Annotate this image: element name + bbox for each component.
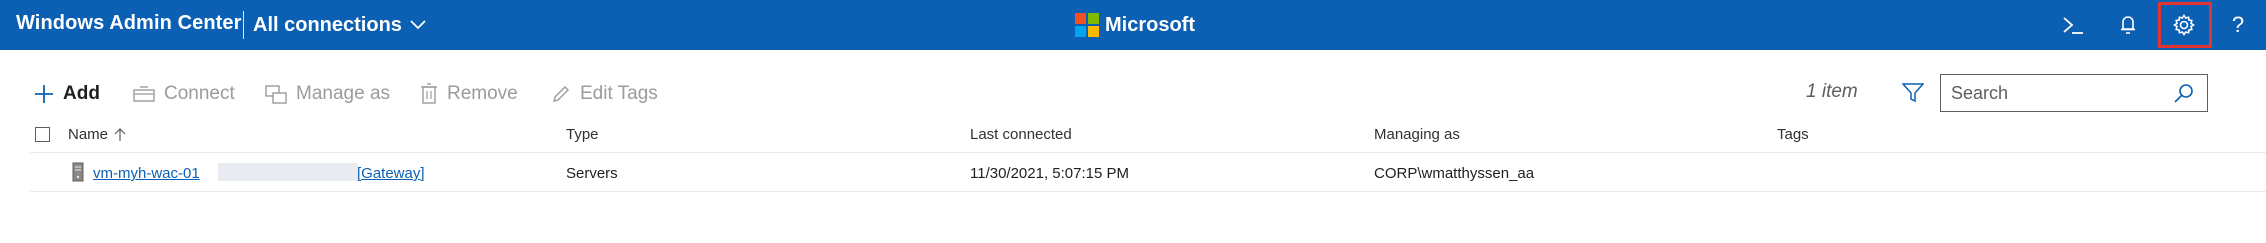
column-header-type[interactable]: Type [566,126,599,143]
redacted-block [218,163,358,181]
app-title[interactable]: Windows Admin Center [16,12,242,35]
row-divider-line [30,191,2266,192]
select-all-checkbox[interactable] [35,127,50,142]
column-header-last-connected[interactable]: Last connected [970,126,1072,143]
gateway-tag-link[interactable]: [Gateway] [357,165,425,182]
manage-as-button-label: Manage as [296,83,391,104]
add-button-label: Add [63,83,100,104]
filter-icon[interactable] [1898,78,1928,108]
chevron-down-icon [410,20,426,30]
top-header-bar: Windows Admin Center All connections Mic… [0,0,2266,50]
search-input[interactable] [1951,75,2161,111]
row-managing-as: CORP\wmatthyssen_aa [1374,165,1535,182]
connect-icon [133,86,155,102]
microsoft-logo-icon [1075,13,1099,37]
row-type: Servers [566,165,618,182]
add-button[interactable]: Add [34,80,100,108]
row-last-connected: 11/30/2021, 5:07:15 PM [970,165,1130,182]
column-header-managing-as[interactable]: Managing as [1374,126,1460,143]
server-icon [72,162,84,182]
sort-ascending-icon [114,127,126,141]
connect-button[interactable]: Connect [133,80,235,108]
remove-button[interactable]: Remove [420,80,518,108]
connections-dropdown[interactable]: All connections [253,11,426,39]
edit-tags-button[interactable]: Edit Tags [551,80,658,108]
column-header-name-label: Name [68,126,109,143]
search-icon[interactable] [2173,82,2195,104]
powershell-icon[interactable] [2058,10,2088,40]
microsoft-logo-text: Microsoft [1105,13,1195,36]
connection-name-link[interactable]: vm-myh-wac-01 [93,165,200,182]
notifications-icon[interactable] [2113,10,2143,40]
help-icon[interactable]: ? [2223,10,2253,40]
connections-dropdown-label: All connections [253,13,402,36]
pencil-icon [553,86,569,102]
manage-as-button[interactable]: Manage as [265,80,390,108]
trash-icon [421,83,437,104]
settings-highlight-box [2158,2,2212,48]
item-count: 1 item [1806,81,1858,102]
manage-as-icon [265,85,287,104]
edit-tags-button-label: Edit Tags [580,83,658,104]
help-glyph: ? [2231,12,2245,37]
column-header-name[interactable]: Name [68,126,126,143]
remove-button-label: Remove [447,83,518,104]
microsoft-logo: Microsoft [1075,13,1195,37]
connect-button-label: Connect [164,83,235,104]
header-divider-line [30,152,2266,153]
search-box [1940,74,2208,112]
column-header-tags[interactable]: Tags [1777,126,1809,143]
header-divider [243,11,244,39]
plus-icon [35,85,53,103]
